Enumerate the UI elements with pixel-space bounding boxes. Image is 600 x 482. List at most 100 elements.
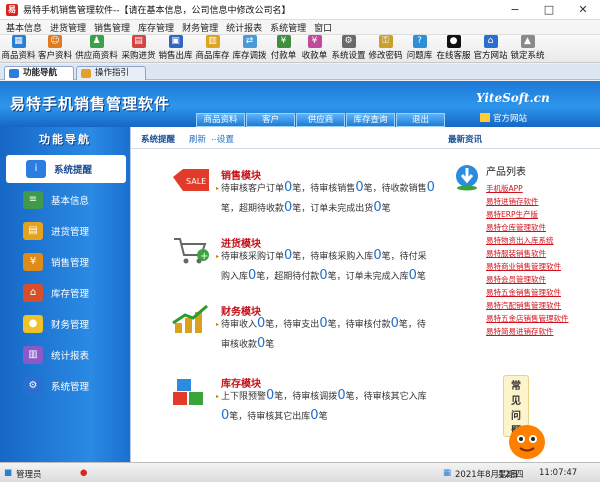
menu-window[interactable]: 窗口 — [310, 21, 336, 34]
menu-stock[interactable]: 库存管理 — [134, 21, 178, 34]
main-content: 系统提醒 刷新 ... 设置 最新资讯 SALE 销售模块 ▸ 待审核客户订单0… — [130, 127, 600, 462]
toolbar-website-button[interactable]: ⌂ 官方网站 — [472, 35, 509, 62]
sidebar-item-reminders[interactable]: i 系统提醒 — [6, 155, 126, 183]
latest-news-label: 最新资讯 — [448, 135, 483, 145]
product-link[interactable]: 易特物资出入库系统 — [486, 234, 600, 247]
user-icon: ■ — [4, 468, 13, 478]
status-logo-icon: ● — [80, 468, 88, 478]
current-user: 管理员 — [16, 470, 42, 480]
sidebar-item-reports[interactable]: ▥ 统计报表 — [3, 341, 127, 369]
brand-logo: YiteSoft.cn — [476, 91, 550, 105]
banner-nav-customers[interactable]: 客户 — [246, 113, 295, 127]
coins-icon: ● — [23, 315, 43, 333]
stock-module: 库存模块 ▸ 上下限预警0笔，待审核调拨0笔，待审核其它入库 0笔，待审核其它出… — [171, 375, 427, 435]
purchase-module: + 进货模块 ▸ 待审核采购订单0笔，待审核采购入库0笔，待付采 购入库0笔，超… — [171, 235, 427, 295]
toolbar-sales-out-button[interactable]: ▣ 销售出库 — [157, 35, 194, 62]
toolbar-change-password-button[interactable]: ⚿ 修改密码 — [367, 35, 404, 62]
penguin-icon: ● — [446, 35, 461, 48]
sidebar-item-system[interactable]: ⚙ 系统管理 — [3, 372, 127, 400]
sidebar-item-sales[interactable]: ¥ 销售管理 — [3, 248, 127, 276]
product-link[interactable]: 易特服装销售软件 — [486, 247, 600, 260]
product-link[interactable]: 易特五金店销售管理软件 — [486, 312, 600, 325]
transfer-icon: ⇄ — [242, 35, 257, 48]
finance-line-2: 审核收款0笔 — [221, 336, 275, 351]
menu-purchase[interactable]: 进货管理 — [46, 21, 90, 34]
content-header: 系统提醒 刷新 ... 设置 最新资讯 — [131, 127, 600, 149]
gear-icon: ⚙ — [341, 35, 356, 48]
svg-text:SALE: SALE — [186, 177, 206, 186]
settings-link[interactable]: 设置 — [217, 133, 234, 145]
toolbar-supplier-info-button[interactable]: ♟ 供应商资料 — [73, 35, 120, 62]
toolbar-purchase-button[interactable]: ▤ 采购进货 — [120, 35, 157, 62]
toolbar-lock-button[interactable]: ▲ 锁定系统 — [509, 35, 546, 62]
toolbar-settings-button[interactable]: ⚙ 系统设置 — [330, 35, 367, 62]
product-link[interactable]: 易特商业销售管理软件 — [486, 260, 600, 273]
mascot-icon — [509, 425, 545, 459]
product-link[interactable]: 易特汽配销售管理软件 — [486, 299, 600, 312]
cart-icon: + — [171, 235, 211, 267]
menu-reports[interactable]: 统计报表 — [222, 21, 266, 34]
key-icon: ⚿ — [378, 35, 393, 48]
banner-nav-products[interactable]: 商品资料 — [196, 113, 245, 127]
status-time: 11:07:47 — [539, 468, 578, 478]
app-name: 易特手机销售管理软件 — [10, 95, 171, 113]
product-link[interactable]: 易特进销存软件 — [486, 195, 600, 208]
product-link[interactable]: 易特简易进销存软件 — [486, 325, 600, 338]
finance-module: 财务模块 ▸ 待审收入0笔，待审支出0笔，待审核付款0笔，待 审核收款0笔 — [171, 303, 426, 363]
stock-icon: ▥ — [205, 35, 220, 48]
svg-text:+: + — [200, 251, 208, 262]
boxes-icon — [171, 375, 211, 407]
purchase-line-1: 待审核采购订单0笔，待审核采购入库0笔，待付采 — [221, 248, 427, 263]
official-site-link[interactable]: 官方网站 — [493, 112, 527, 124]
home-icon — [480, 113, 490, 122]
tab-operation-guide[interactable]: 操作指引 — [76, 66, 146, 80]
refresh-link[interactable]: 刷新 — [189, 133, 206, 145]
toolbar-faq-button[interactable]: ? 问题库 — [404, 35, 435, 62]
maximize-button[interactable]: □ — [532, 0, 566, 20]
toolbar-online-support-button[interactable]: ● 在线客服 — [435, 35, 472, 62]
product-link[interactable]: 易特五金销售管理软件 — [486, 286, 600, 299]
product-link[interactable]: 易特会员管理软件 — [486, 273, 600, 286]
product-icon: ▦ — [11, 35, 26, 48]
sales-line-2: 笔，超期待收款0笔，订单未完成出货0笔 — [221, 200, 391, 215]
supplier-icon: ♟ — [89, 35, 104, 48]
menu-basic-info[interactable]: 基本信息 — [2, 21, 46, 34]
guide-tab-icon — [81, 69, 91, 78]
toolbar-stock-button[interactable]: ▥ 商品库存 — [194, 35, 231, 62]
sidebar-header: 功能导航 — [39, 133, 91, 146]
app-icon: 易 — [6, 3, 18, 16]
menu-finance[interactable]: 财务管理 — [178, 21, 222, 34]
product-link[interactable]: 易特仓库管理软件 — [486, 221, 600, 234]
product-link[interactable]: 易特ERP生产版 — [486, 208, 600, 221]
sidebar-item-basic-info[interactable]: ≡ 基本信息 — [3, 186, 127, 214]
minimize-button[interactable]: − — [498, 0, 532, 20]
banner-nav-suppliers[interactable]: 供应商 — [296, 113, 345, 127]
toolbar-payment-button[interactable]: ¥ 付款单 — [268, 35, 299, 62]
toolbar-receipt-button[interactable]: ¥ 收款单 — [299, 35, 330, 62]
toolbar-product-info-button[interactable]: ▦ 商品资料 — [0, 35, 37, 62]
sidebar-item-stock[interactable]: ⌂ 库存管理 — [3, 279, 127, 307]
sidebar-item-finance[interactable]: ● 财务管理 — [3, 310, 127, 338]
status-bar: ■ 管理员 ● ▦ 2021年8月12日 星期四 11:07:47 — [0, 462, 600, 482]
sale-tag-icon: SALE — [171, 167, 211, 199]
nav-tab-icon — [9, 69, 19, 78]
menu-sales[interactable]: 销售管理 — [90, 21, 134, 34]
menu-system[interactable]: 系统管理 — [266, 21, 310, 34]
sales-out-icon: ▣ — [168, 35, 183, 48]
close-button[interactable]: ✕ — [566, 0, 600, 20]
product-link[interactable]: 手机版APP — [486, 182, 600, 195]
sidebar-item-purchase[interactable]: ▤ 进货管理 — [3, 217, 127, 245]
database-icon: ≡ — [23, 191, 43, 209]
customer-icon: ☺ — [48, 35, 62, 48]
banner-nav-exit[interactable]: 退出 — [396, 113, 445, 127]
product-list-header: 产品列表 — [486, 167, 526, 178]
stock-line-2: 0笔，待审核其它出库0笔 — [221, 408, 328, 423]
header-banner: 易特手机销售管理软件 商品资料 客户 供应商 库存查询 退出 YiteSoft.… — [0, 81, 600, 127]
window-title: 易特手机销售管理软件--【请在基本信息，公司信息中修改公司名】 — [23, 6, 291, 16]
banner-nav-stock-query[interactable]: 库存查询 — [346, 113, 395, 127]
toolbar-transfer-button[interactable]: ⇄ 库存调拨 — [231, 35, 268, 62]
status-weekday: 星期四 — [498, 470, 524, 480]
receipt-icon: ¥ — [307, 35, 322, 48]
toolbar-customer-info-button[interactable]: ☺ 客户资料 — [37, 35, 73, 62]
tab-function-nav[interactable]: 功能导航 — [4, 66, 74, 80]
